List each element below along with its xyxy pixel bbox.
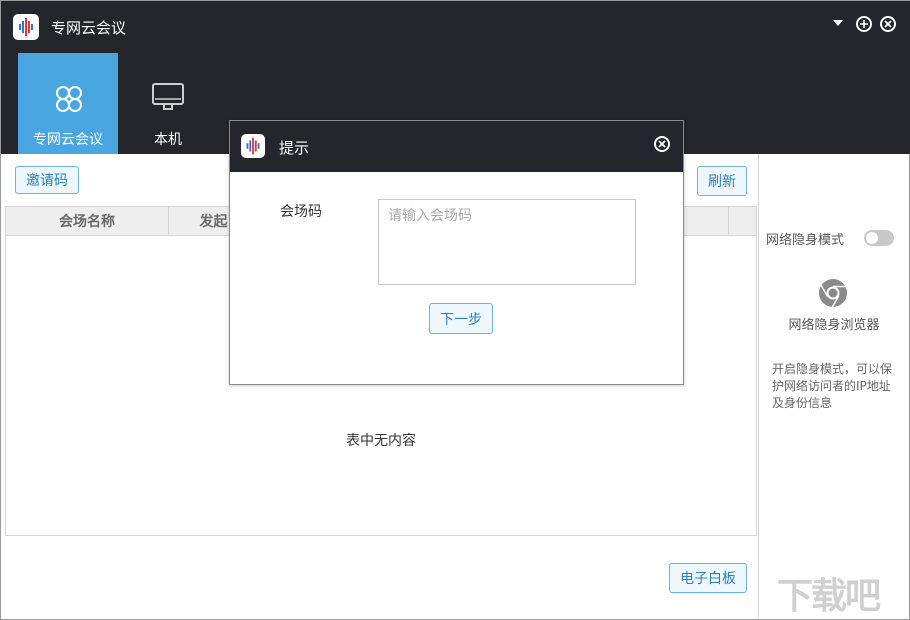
whiteboard-button[interactable]: 电子白板 xyxy=(669,563,747,593)
dialog-logo-icon xyxy=(241,134,265,158)
column-header-name[interactable]: 会场名称 xyxy=(6,207,169,235)
right-panel: 网络隐身模式 网络隐身浏览器 开启隐身模式，可以保护网络访问者的IP地址及身份信… xyxy=(758,154,909,618)
nav-item-meeting[interactable]: 专网云会议 xyxy=(18,53,118,154)
app-window: 专网云会议 专网云会议 本机 邀请码 刷新 会场名称 发起 表中无内容 电子白板… xyxy=(0,0,910,620)
column-header-extra xyxy=(728,207,756,235)
monitor-icon xyxy=(152,83,184,110)
meeting-code-label: 会场码 xyxy=(280,204,322,220)
dialog-header: 提示 xyxy=(230,121,683,172)
nav-label-meeting: 专网云会议 xyxy=(33,132,103,148)
next-step-button[interactable]: 下一步 xyxy=(429,303,493,334)
app-logo-icon xyxy=(13,14,39,40)
nav-item-local[interactable]: 本机 xyxy=(118,53,218,154)
refresh-button[interactable]: 刷新 xyxy=(697,166,747,196)
chrome-browser-icon[interactable] xyxy=(817,277,849,309)
table-empty-text: 表中无内容 xyxy=(346,433,416,449)
watermark-logo: 下载吧 xyxy=(777,576,881,617)
meeting-code-input[interactable] xyxy=(378,199,636,285)
nav-label-local: 本机 xyxy=(154,132,182,148)
stealth-mode-toggle[interactable] xyxy=(864,230,894,246)
prompt-dialog: 提示 会场码 下一步 xyxy=(229,120,684,385)
app-title: 专网云会议 xyxy=(51,19,127,37)
close-icon[interactable] xyxy=(880,16,896,32)
stealth-mode-description: 开启隐身模式，可以保护网络访问者的IP地址及身份信息 xyxy=(772,362,893,410)
stealth-mode-label: 网络隐身模式 xyxy=(766,233,845,248)
toggle-knob xyxy=(866,232,878,244)
dropdown-menu-icon[interactable] xyxy=(832,17,844,32)
dialog-close-icon[interactable] xyxy=(654,136,670,152)
stealth-browser-label[interactable]: 网络隐身浏览器 xyxy=(759,314,909,333)
dialog-title: 提示 xyxy=(279,139,310,157)
invite-code-button[interactable]: 邀请码 xyxy=(15,166,79,194)
minimize-icon[interactable] xyxy=(856,16,872,32)
meeting-icon xyxy=(56,86,82,112)
